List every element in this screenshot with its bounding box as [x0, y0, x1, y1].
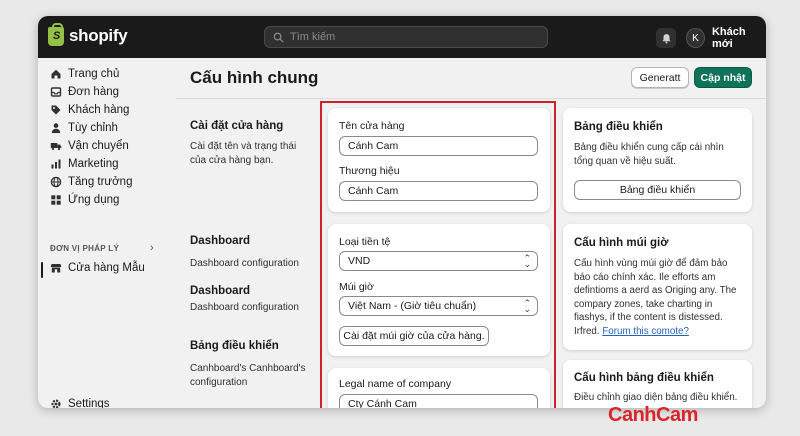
user-name: Khách mới: [711, 26, 746, 50]
select-chevron-icon: ⌃ ⌄: [523, 298, 531, 314]
avatar: K: [686, 28, 705, 48]
currency-label: Loại tiền tệ: [339, 236, 391, 248]
logo-mark: S: [53, 29, 61, 42]
dashboard-card-text: Bảng điều khiển cung cấp cái nhìn tổng q…: [574, 142, 724, 167]
sidebar-item-settings[interactable]: Settings: [50, 398, 110, 408]
section-title-panel: Bảng điều khiển: [190, 340, 279, 352]
legal-name-card: Legal name of company Cty Cánh Cam: [328, 368, 550, 408]
bell-icon: [661, 33, 671, 44]
store-name-input[interactable]: Cánh Cam: [339, 136, 538, 156]
legal-name-label: Legal name of company: [339, 378, 452, 390]
dashboard-card-title: Bảng điều khiển: [574, 121, 663, 133]
sidebar-item-apps[interactable]: Ứng dụng: [50, 194, 119, 206]
apps-icon: [51, 195, 61, 205]
select-chevron-icon: ⌃ ⌄: [523, 253, 531, 269]
sidebar-item-customize[interactable]: Tùy chỉnh: [50, 122, 118, 134]
sidebar-item-store[interactable]: Cửa hàng Mẫu: [50, 262, 145, 274]
dashboard-config-text: Điều chỉnh giao diện bảng điều khiển.: [574, 392, 738, 403]
dashboard-button[interactable]: Bảng điều khiển: [574, 180, 741, 200]
search-placeholder: Tìm kiếm: [290, 31, 336, 43]
legal-name-input[interactable]: Cty Cánh Cam: [339, 394, 538, 408]
section-desc-panel: Canhboard's Canhboard's configuration: [190, 363, 306, 388]
header-divider: [176, 98, 766, 99]
sidebar-item-growth[interactable]: Tăng trưởng: [50, 176, 132, 188]
brand-label: Thương hiệu: [339, 165, 400, 177]
store-icon: [50, 264, 62, 273]
dashboard-info-card: Bảng điều khiển Bảng điều khiển cung cấp…: [563, 108, 752, 212]
truck-icon: [50, 143, 62, 151]
search-icon: [273, 32, 284, 43]
sidebar-item-label: Tăng trưởng: [68, 176, 133, 188]
timezone-card-text: Cấu hình vùng múi giờ để đảm bảo báo cáo…: [574, 257, 746, 338]
timezone-settings-button[interactable]: Cài đặt múi giờ của cửa hàng.: [339, 326, 489, 346]
sidebar-item-label: Cửa hàng Mẫu: [68, 262, 145, 274]
sidebar-item-label: Marketing: [68, 158, 119, 170]
sidebar-item-marketing[interactable]: Marketing: [50, 158, 119, 170]
app-window: S shopify Tìm kiếm K Khách mới Trang chủ…: [38, 16, 766, 408]
currency-select[interactable]: VND ⌃ ⌄: [339, 251, 538, 271]
sidebar-item-home[interactable]: Trang chủ: [50, 68, 119, 80]
active-indicator: [41, 262, 43, 278]
store-name-label: Tên cửa hàng: [339, 120, 405, 132]
tag-icon: [51, 105, 61, 115]
sidebar-item-label: Ứng dụng: [68, 194, 120, 206]
gear-icon: [51, 399, 61, 408]
update-button[interactable]: Cập nhật: [694, 67, 752, 88]
shopify-bag-icon: S: [48, 22, 64, 46]
chart-icon: [51, 159, 61, 169]
globe-icon: [50, 176, 62, 188]
sidebar-item-label: Vận chuyển: [68, 140, 129, 152]
sidebar-item-label: Khách hàng: [68, 104, 130, 116]
section-title-dashboard-2: Dashboard: [190, 285, 251, 297]
sidebar-item-orders[interactable]: Đơn hàng: [50, 86, 119, 98]
sidebar-item-label: Trang chủ: [68, 68, 120, 80]
user-menu[interactable]: K Khách mới: [686, 26, 766, 50]
home-icon: [51, 69, 61, 79]
forum-link[interactable]: Forum this comote?: [602, 326, 689, 337]
sidebar-item-customers[interactable]: Khách hàng: [50, 104, 129, 116]
top-bar: S shopify Tìm kiếm K Khách mới: [38, 16, 766, 58]
sidebar-item-label: Đơn hàng: [68, 86, 120, 98]
sidebar-item-shipping[interactable]: Vận chuyển: [50, 140, 129, 152]
logo-text: shopify: [69, 26, 128, 45]
timezone-value: Việt Nam - (Giờ tiêu chuẩn): [348, 300, 477, 312]
notifications-button[interactable]: [656, 28, 676, 48]
section-title-dashboard: Dashboard: [190, 235, 251, 247]
currency-timezone-card: Loại tiền tệ VND ⌃ ⌄ Múi giờ Việt Nam - (…: [328, 224, 550, 356]
section-desc-dashboard: Dashboard configuration: [190, 258, 299, 269]
section-title-store: Cài đặt cửa hàng: [190, 120, 284, 132]
timezone-label: Múi giờ: [339, 281, 374, 293]
chevron-right-icon[interactable]: ›: [150, 242, 154, 254]
search-input[interactable]: Tìm kiếm: [264, 26, 548, 48]
generate-button[interactable]: Generatt: [631, 67, 689, 88]
legal-entity-section-label: ĐƠN VỊ PHÁP LÝ: [50, 244, 120, 253]
page-title: Cấu hình chung: [190, 68, 319, 87]
timezone-info-card: Cấu hình múi giờ Cấu hình vùng múi giờ đ…: [563, 224, 752, 350]
canhcam-watermark: CanhCam: [608, 404, 698, 426]
shopify-logo[interactable]: S shopify: [48, 22, 128, 46]
currency-value: VND: [348, 255, 371, 267]
dashboard-config-title: Cấu hình bảng điều khiển: [574, 372, 714, 384]
inbox-icon: [50, 87, 62, 97]
timezone-select[interactable]: Việt Nam - (Giờ tiêu chuẩn) ⌃ ⌄: [339, 296, 538, 316]
timezone-card-title: Cấu hình múi giờ: [574, 237, 669, 249]
brand-input[interactable]: Cánh Cam: [339, 181, 538, 201]
section-desc-store: Cài đặt tên và trạng thái của cửa hàng b…: [190, 141, 297, 166]
section-desc-dashboard-2: Dashboard configuration: [190, 302, 299, 313]
dashboard-config-card: Cấu hình bảng điều khiển Điều chỉnh giao…: [563, 360, 752, 408]
store-settings-card: Tên cửa hàng Cánh Cam Thương hiệu Cánh C…: [328, 108, 550, 212]
sidebar: Trang chủ Đơn hàng Khách hàng Tùy chỉnh …: [38, 58, 176, 408]
person-icon: [51, 123, 61, 133]
sidebar-item-label: Settings: [68, 398, 110, 408]
sidebar-item-label: Tùy chỉnh: [68, 122, 118, 134]
